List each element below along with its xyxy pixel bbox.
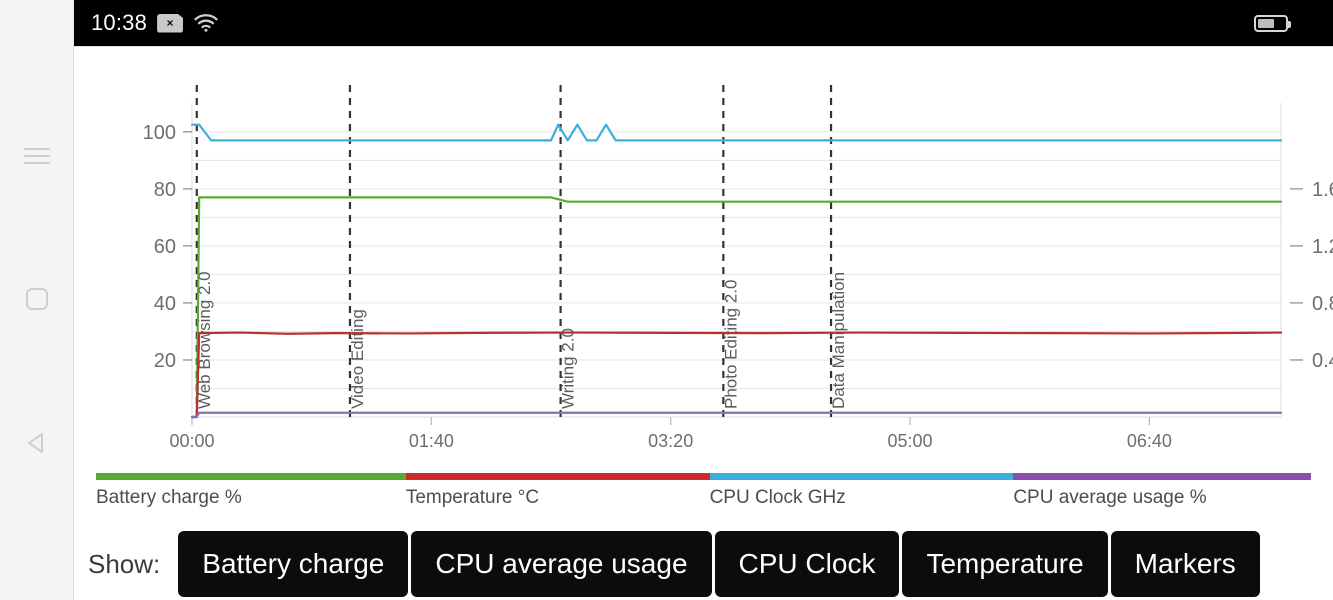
menu-icon [24,143,50,169]
legend-item-cpu-clock[interactable]: CPU Clock GHz [709,473,1014,517]
legend-item-temperature[interactable]: Temperature °C [405,473,710,517]
toggle-markers-button[interactable]: Markers [1110,531,1260,597]
no-sim-icon: × [157,13,184,33]
marker-label: Video Editing [348,309,367,409]
toggle-cpu-average-usage-button[interactable]: CPU average usage [411,531,712,597]
marker-label: Photo Editing 2.0 [721,280,740,409]
status-bar: 10:38 × [74,0,1333,46]
legend-label-cpu-clock: CPU Clock GHz [709,487,846,508]
y-right-tick-label: 0.4GHz [1312,350,1333,372]
x-tick-label: 03:20 [648,431,693,451]
legend-swatch-temperature [405,473,710,480]
x-tick-label: 00:00 [169,431,214,451]
chart-canvas[interactable]: 20 40 60 80 100 0.4GHz 0.8GHz 1.2GHz 1.6GHz 00:00… [74,47,1333,457]
no-sim-glyph: × [166,16,174,30]
chart-legend: Battery charge % Temperature °C CPU Cloc… [96,473,1311,517]
legend-swatch-battery-charge [96,473,406,480]
y-left-tick-label: 60 [154,236,176,258]
legend-item-cpu-usage[interactable]: CPU average usage % [1013,473,1311,517]
toggle-cpu-clock-button[interactable]: CPU Clock [714,531,900,597]
home-button[interactable] [0,269,74,329]
performance-chart-panel: 20 40 60 80 100 0.4GHz 0.8GHz 1.2GHz 1.6GHz 00:00… [74,46,1333,600]
y-left-tick-label: 80 [154,179,176,201]
series-line [190,123,1283,142]
y-left-tick-label: 40 [154,293,176,315]
legend-swatch-cpu-clock [709,473,1014,480]
legend-label-battery-charge: Battery charge % [96,487,242,508]
y-left-tick-label: 20 [154,350,176,372]
legend-item-battery-charge[interactable]: Battery charge % [96,473,406,517]
clock: 10:38 [91,10,148,35]
status-bar-right [1254,14,1333,32]
device-screen: 10:38 × 20 40 60 80 100 0.4GHz 0.8GHz 1.2GHz 1.6… [0,0,1333,600]
legend-swatch-cpu-usage [1013,473,1311,480]
triangle-left-icon [28,433,43,453]
show-controls: Show: Battery charge CPU average usage C… [74,527,1333,600]
series-line [190,411,1283,419]
show-label: Show: [88,548,161,579]
square-icon [26,288,48,310]
wifi-icon [193,13,219,33]
status-bar-left: 10:38 × [74,10,219,36]
legend-label-cpu-usage: CPU average usage % [1013,487,1207,508]
toggle-temperature-button[interactable]: Temperature [902,531,1108,597]
y-right-tick-label: 1.2GHz [1312,236,1333,258]
marker-label: Writing 2.0 [559,328,578,409]
y-right-tick-label: 1.6GHz [1312,179,1333,201]
performance-chart[interactable]: 20 40 60 80 100 0.4GHz 0.8GHz 1.2GHz 1.6GHz 00:00… [74,47,1333,457]
y-left-tick-label: 100 [143,122,176,144]
android-navigation-rail [0,0,74,600]
x-tick-label: 01:40 [409,431,454,451]
recents-button[interactable] [0,126,74,186]
x-tick-label: 06:40 [1127,431,1172,451]
legend-label-temperature: Temperature °C [405,487,540,508]
y-right-tick-label: 0.8GHz [1312,293,1333,315]
back-button[interactable] [0,413,74,473]
battery-icon [1254,14,1291,32]
toggle-battery-charge-button[interactable]: Battery charge [178,531,409,597]
marker-label: Data Manipulation [829,272,848,409]
x-tick-label: 05:00 [887,431,932,451]
